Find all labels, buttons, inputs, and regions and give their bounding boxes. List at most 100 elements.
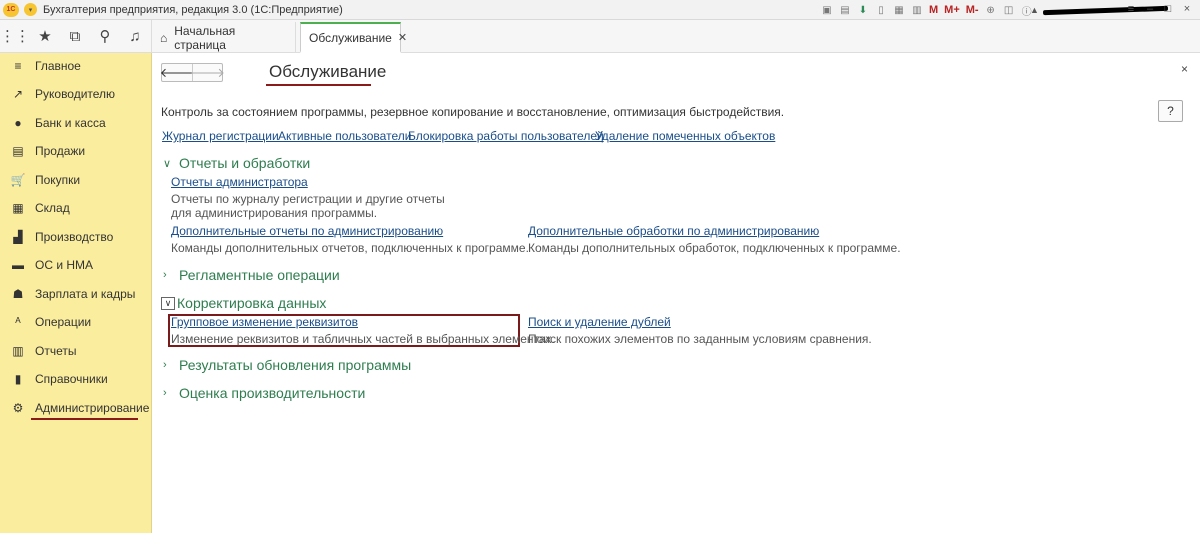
link-additional-reports[interactable]: Дополнительные отчеты по администрирован…: [171, 224, 443, 238]
link-group-change[interactable]: Групповое изменение реквизитов: [171, 315, 358, 329]
chevron-right-icon: ›: [163, 387, 167, 399]
home-icon: ⌂: [160, 30, 168, 45]
sidebar-item-bank[interactable]: ● Банк и касса: [0, 110, 152, 136]
star-icon[interactable]: ★: [30, 20, 60, 53]
link-admin-reports[interactable]: Отчеты администратора: [171, 175, 308, 189]
title-bar: 1С ▾ Бухгалтерия предприятия, редакция 3…: [0, 0, 1200, 20]
section-title: Оценка производительности: [179, 385, 366, 401]
factory-icon: ▟: [13, 230, 23, 244]
minimize-icon[interactable]: –: [1143, 2, 1157, 16]
main-panel: 🡐 🡒 Обслуживание × Контроль за состояние…: [152, 53, 1200, 533]
sidebar-item-label: Продажи: [35, 144, 86, 158]
forward-arrow-icon[interactable]: 🡒: [190, 64, 225, 81]
sidebar: ≡ Главное ↗ Руководителю ● Банк и касса ▤ Пр…: [0, 53, 152, 533]
page-title: Обслуживание: [269, 62, 387, 81]
sidebar-item-label: Справочники: [35, 372, 108, 386]
chevron-right-icon: ›: [163, 359, 167, 371]
bag-icon: ▤: [12, 144, 24, 158]
sidebar-item-salary[interactable]: ☗ Зарплата и кадры: [0, 281, 152, 307]
sidebar-item-label: Производство: [35, 230, 114, 244]
sidebar-item-label: Склад: [35, 201, 70, 215]
section-title: Регламентные операции: [179, 267, 340, 283]
zoom-icon[interactable]: ⊕: [984, 3, 998, 17]
tab-home[interactable]: ⌂ Начальная страница: [152, 22, 296, 53]
tab-maintenance[interactable]: Обслуживание ✕: [300, 22, 407, 53]
section-routine[interactable]: › Регламентные операции: [163, 267, 340, 283]
admin-reports-note: Отчеты по журналу регистрации и другие о…: [171, 192, 445, 220]
coin-icon: ●: [14, 116, 22, 130]
administration-underline: [31, 418, 138, 420]
link-event-log[interactable]: Журнал регистрации: [162, 129, 279, 143]
save-icon[interactable]: ▣: [820, 3, 834, 17]
close-window-icon[interactable]: ×: [1180, 2, 1194, 16]
tab-bar: ⌂ Начальная страница Обслуживание ✕: [152, 20, 1200, 53]
nav-buttons: 🡐 🡒: [160, 63, 225, 82]
print-icon[interactable]: ▤: [838, 3, 852, 17]
link-block-users[interactable]: Блокировка работы пользователей: [408, 129, 604, 143]
truck-icon: ▬: [12, 258, 24, 272]
chevron-right-icon: ›: [163, 269, 167, 281]
maximize-icon[interactable]: □: [1161, 2, 1175, 16]
bar-chart-icon: ▥: [12, 344, 24, 358]
sidebar-item-label: Руководителю: [35, 87, 116, 101]
sidebar-item-operations[interactable]: ᴬ Операции: [0, 309, 152, 335]
memory-button[interactable]: M: [928, 3, 939, 17]
sidebar-item-manager[interactable]: ↗ Руководителю: [0, 81, 152, 107]
link-delete-marked[interactable]: Удаление помеченных объектов: [595, 129, 775, 143]
main-menu-button[interactable]: ▾: [24, 3, 37, 16]
help-button[interactable]: ?: [1158, 100, 1183, 122]
history-icon[interactable]: ⧉: [60, 20, 90, 53]
sidebar-item-references[interactable]: ▮ Справочники: [0, 366, 152, 392]
tab-home-label: Начальная страница: [174, 23, 236, 52]
title-underline: [266, 84, 371, 86]
sidebar-item-warehouse[interactable]: ▦ Склад: [0, 195, 152, 221]
search-icon[interactable]: ⚲: [90, 20, 120, 53]
trend-icon: ↗: [12, 87, 24, 101]
sidebar-item-label: Администрирование: [35, 401, 150, 415]
sidebar-item-production[interactable]: ▟ Производство: [0, 224, 152, 250]
warehouse-icon: ▦: [12, 201, 24, 215]
bell-icon[interactable]: ♫: [120, 20, 150, 53]
sidebar-item-purchases[interactable]: 🛒 Покупки: [0, 167, 152, 193]
book-icon: ▮: [14, 372, 22, 386]
sidebar-item-label: ОС и НМА: [35, 258, 94, 272]
sidebar-item-main[interactable]: ≡ Главное: [0, 53, 152, 79]
link-active-users[interactable]: Активные пользователи: [278, 129, 411, 143]
section-performance[interactable]: › Оценка производительности: [163, 385, 365, 401]
section-correction[interactable]: ∨ Корректировка данных: [161, 295, 326, 311]
person-icon: ☗: [12, 287, 24, 301]
section-title: Корректировка данных: [177, 295, 327, 311]
back-arrow-icon[interactable]: 🡐: [160, 64, 195, 81]
download-icon[interactable]: ⬇: [856, 3, 870, 17]
memory-subtract-button[interactable]: M-: [965, 3, 980, 17]
additional-reports-note: Команды дополнительных отчетов, подключе…: [171, 241, 529, 255]
sidebar-item-reports[interactable]: ▥ Отчеты: [0, 338, 152, 364]
top-toolbar: ⋮⋮ ★ ⧉ ⚲ ♫: [0, 20, 152, 53]
group-change-note: Изменение реквизитов и табличных частей …: [171, 332, 555, 346]
sidebar-item-sales[interactable]: ▤ Продажи: [0, 138, 152, 164]
chevron-down-icon: ∨: [161, 296, 175, 310]
gear-icon: ⚙: [12, 401, 24, 415]
tab-maintenance-label: Обслуживание: [309, 30, 392, 45]
calendar-icon[interactable]: ▥: [910, 3, 924, 17]
title-tools: ▣ ▤ ⬇ ▯ ▦ ▥ M M+ M- ⊕ ◫ ⓘ: [820, 2, 1034, 18]
doc-icon[interactable]: ▯: [874, 3, 888, 17]
sidebar-item-label: Отчеты: [35, 344, 77, 358]
menu-icon: ≡: [14, 59, 22, 73]
close-form-icon[interactable]: ×: [1181, 62, 1188, 76]
cart-icon: 🛒: [10, 173, 26, 187]
section-update-results[interactable]: › Результаты обновления программы: [163, 357, 411, 373]
link-duplicates[interactable]: Поиск и удаление дублей: [528, 315, 671, 329]
debit-credit-icon: ᴬ: [15, 315, 21, 329]
panel-icon[interactable]: ◫: [1002, 3, 1016, 17]
link-additional-processing[interactable]: Дополнительные обработки по администриро…: [528, 224, 819, 238]
apps-grid-icon[interactable]: ⋮⋮: [0, 20, 30, 53]
section-reports[interactable]: ∨ Отчеты и обработки: [163, 155, 310, 171]
sidebar-item-label: Банк и касса: [35, 116, 106, 130]
close-tab-icon[interactable]: ✕: [398, 31, 407, 44]
sidebar-item-assets[interactable]: ▬ ОС и НМА: [0, 252, 152, 278]
sidebar-item-label: Зарплата и кадры: [35, 287, 136, 301]
window-menu-icon[interactable]: ≡: [1124, 2, 1138, 16]
memory-add-button[interactable]: M+: [943, 3, 961, 17]
calc-icon[interactable]: ▦: [892, 3, 906, 17]
